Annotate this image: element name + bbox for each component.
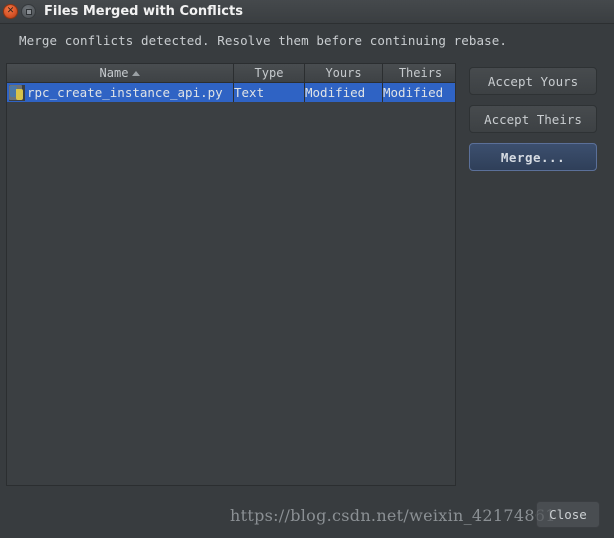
merge-button[interactable]: Merge... xyxy=(469,143,597,171)
column-header-theirs-label: Theirs xyxy=(398,66,443,80)
conflict-message: Merge conflicts detected. Resolve them b… xyxy=(19,33,508,48)
title-bar: ✕ Files Merged with Conflicts xyxy=(0,0,614,24)
cell-name[interactable]: rpc_create_instance_api.py xyxy=(7,82,234,102)
sort-ascending-icon xyxy=(132,70,141,76)
python-file-icon xyxy=(9,84,25,101)
column-header-yours[interactable]: Yours xyxy=(304,64,383,83)
conflicts-table: Name Type Yours Theirs rpc_create_instan… xyxy=(7,64,455,102)
column-header-name[interactable]: Name xyxy=(7,64,234,83)
conflicts-table-panel: Name Type Yours Theirs rpc_create_instan… xyxy=(6,63,456,486)
table-body: rpc_create_instance_api.py Text Modified… xyxy=(7,82,455,102)
close-icon: ✕ xyxy=(6,6,15,16)
cell-yours[interactable]: Modified xyxy=(304,82,383,102)
close-button[interactable]: Close xyxy=(536,501,600,528)
column-header-name-label: Name xyxy=(99,66,129,80)
column-header-type-label: Type xyxy=(254,66,284,80)
watermark-text: https://blog.csdn.net/weixin_42174861 xyxy=(230,506,556,525)
table-header-row: Name Type Yours Theirs xyxy=(7,64,455,83)
column-header-theirs[interactable]: Theirs xyxy=(382,64,455,83)
column-header-type[interactable]: Type xyxy=(233,64,305,83)
file-name: rpc_create_instance_api.py xyxy=(27,85,223,100)
cell-type[interactable]: Text xyxy=(233,82,305,102)
window-title: Files Merged with Conflicts xyxy=(44,4,243,19)
window-close-button[interactable]: ✕ xyxy=(3,4,18,19)
column-header-yours-label: Yours xyxy=(325,66,362,80)
accept-theirs-button[interactable]: Accept Theirs xyxy=(469,105,597,133)
dialog-window: ✕ Files Merged with Conflicts Merge conf… xyxy=(0,0,614,538)
cell-theirs[interactable]: Modified xyxy=(382,82,455,102)
maximize-icon xyxy=(22,5,35,18)
accept-yours-button[interactable]: Accept Yours xyxy=(469,67,597,95)
table-row[interactable]: rpc_create_instance_api.py Text Modified… xyxy=(7,82,455,102)
window-maximize-button[interactable] xyxy=(21,4,36,19)
table-header: Name Type Yours Theirs xyxy=(7,64,455,83)
